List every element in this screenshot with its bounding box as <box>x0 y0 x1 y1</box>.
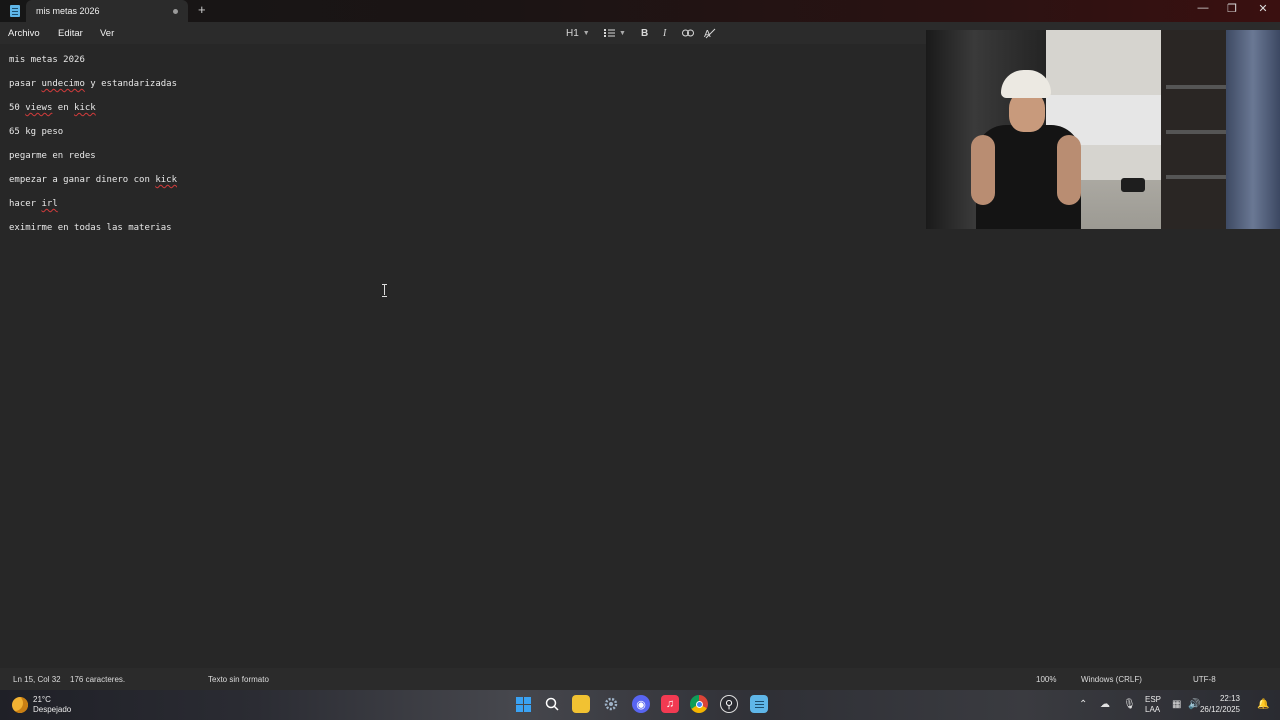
spelling-error[interactable]: kick <box>155 175 177 185</box>
network-icon[interactable]: ▦ <box>1172 699 1181 710</box>
document-line: hacer irl <box>9 199 58 209</box>
streamer-person <box>971 70 1081 229</box>
spelling-error[interactable]: views <box>25 103 52 113</box>
bold-button[interactable]: B <box>641 26 648 40</box>
keyboard-layout[interactable]: LAA <box>1145 705 1160 714</box>
notepad-icon[interactable] <box>750 695 768 713</box>
heading-label: H1 <box>566 27 579 39</box>
notepad-icon <box>10 5 20 17</box>
settings-icon[interactable] <box>602 695 620 713</box>
link-button[interactable] <box>682 26 694 40</box>
weather-moon-icon[interactable] <box>12 697 28 713</box>
file-explorer-icon[interactable] <box>572 695 590 713</box>
weather-description[interactable]: Despejado <box>33 705 71 714</box>
clear-format-button[interactable]: A <box>704 26 716 40</box>
new-tab-button[interactable]: + <box>198 3 206 17</box>
cursor-position: Ln 15, Col 32 <box>13 675 61 684</box>
maximize-button[interactable]: ❐ <box>1222 2 1242 15</box>
minimize-button[interactable]: — <box>1193 2 1213 14</box>
volume-icon[interactable]: 🔊 <box>1188 699 1200 710</box>
start-icon[interactable] <box>514 695 532 713</box>
menu-editar[interactable]: Editar <box>58 28 83 39</box>
onedrive-icon[interactable]: ☁ <box>1100 699 1110 710</box>
search-icon[interactable] <box>543 695 561 713</box>
document-line: empezar a ganar dinero con kick <box>9 175 177 185</box>
document-line: pegarme en redes <box>9 151 96 161</box>
menu-ver[interactable]: Ver <box>100 28 114 39</box>
line-ending[interactable]: Windows (CRLF) <box>1081 675 1142 684</box>
list-icon <box>604 29 615 37</box>
zoom-level[interactable]: 100% <box>1036 675 1056 684</box>
document-line: 65 kg peso <box>9 127 64 137</box>
taskbar: 21°C Despejado ◉ ♫ ⚲ ⌃ ☁ 🎙 ESP LAA ▦ 🔊 2… <box>0 690 1280 720</box>
notification-icon[interactable]: 🔔 <box>1257 699 1269 710</box>
text-cursor-icon <box>381 284 388 297</box>
weather-temperature[interactable]: 21°C <box>33 695 51 704</box>
document-line: eximirme en todas las materias <box>9 223 172 233</box>
tab-title: mis metas 2026 <box>36 6 100 16</box>
menu-archivo[interactable]: Archivo <box>8 28 40 39</box>
char-count: 176 caracteres. <box>70 675 126 684</box>
music-icon[interactable]: ♫ <box>661 695 679 713</box>
encoding[interactable]: UTF-8 <box>1193 675 1216 684</box>
heading-dropdown[interactable]: H1 ▼ <box>566 26 590 40</box>
clock-time[interactable]: 22:13 <box>1220 694 1240 703</box>
steam-icon[interactable]: ⚲ <box>720 695 738 713</box>
webcam-overlay <box>926 30 1280 229</box>
document-line: 50 views en kick <box>9 103 96 113</box>
status-bar: Ln 15, Col 32 176 caracteres. Texto sin … <box>0 668 1280 690</box>
chevron-down-icon: ▼ <box>619 29 626 37</box>
microphone-icon[interactable]: 🎙 <box>1123 699 1136 710</box>
document-line: pasar undecimo y estandarizadas <box>9 79 177 89</box>
input-language[interactable]: ESP <box>1145 695 1161 704</box>
discord-icon[interactable]: ◉ <box>632 695 650 713</box>
title-bar: mis metas 2026 + — ❐ ✕ <box>0 0 1280 22</box>
clock-date[interactable]: 26/12/2025 <box>1200 705 1240 714</box>
unsaved-dot-icon[interactable] <box>173 9 178 14</box>
italic-button[interactable]: I <box>663 26 666 40</box>
tab-mis-metas[interactable]: mis metas 2026 <box>26 0 188 22</box>
list-dropdown[interactable]: ▼ <box>604 26 626 40</box>
chevron-down-icon: ▼ <box>582 29 590 37</box>
close-button[interactable]: ✕ <box>1253 2 1273 15</box>
format-mode[interactable]: Texto sin formato <box>208 675 269 684</box>
spelling-error[interactable]: undecimo <box>42 79 85 89</box>
link-icon <box>682 29 694 37</box>
spelling-error[interactable]: kick <box>74 103 96 113</box>
chrome-icon[interactable] <box>690 695 708 713</box>
chevron-up-icon[interactable]: ⌃ <box>1079 699 1087 710</box>
clear-format-icon: A <box>704 28 716 39</box>
document-line: mis metas 2026 <box>9 55 85 65</box>
spelling-error[interactable]: irl <box>42 199 58 209</box>
